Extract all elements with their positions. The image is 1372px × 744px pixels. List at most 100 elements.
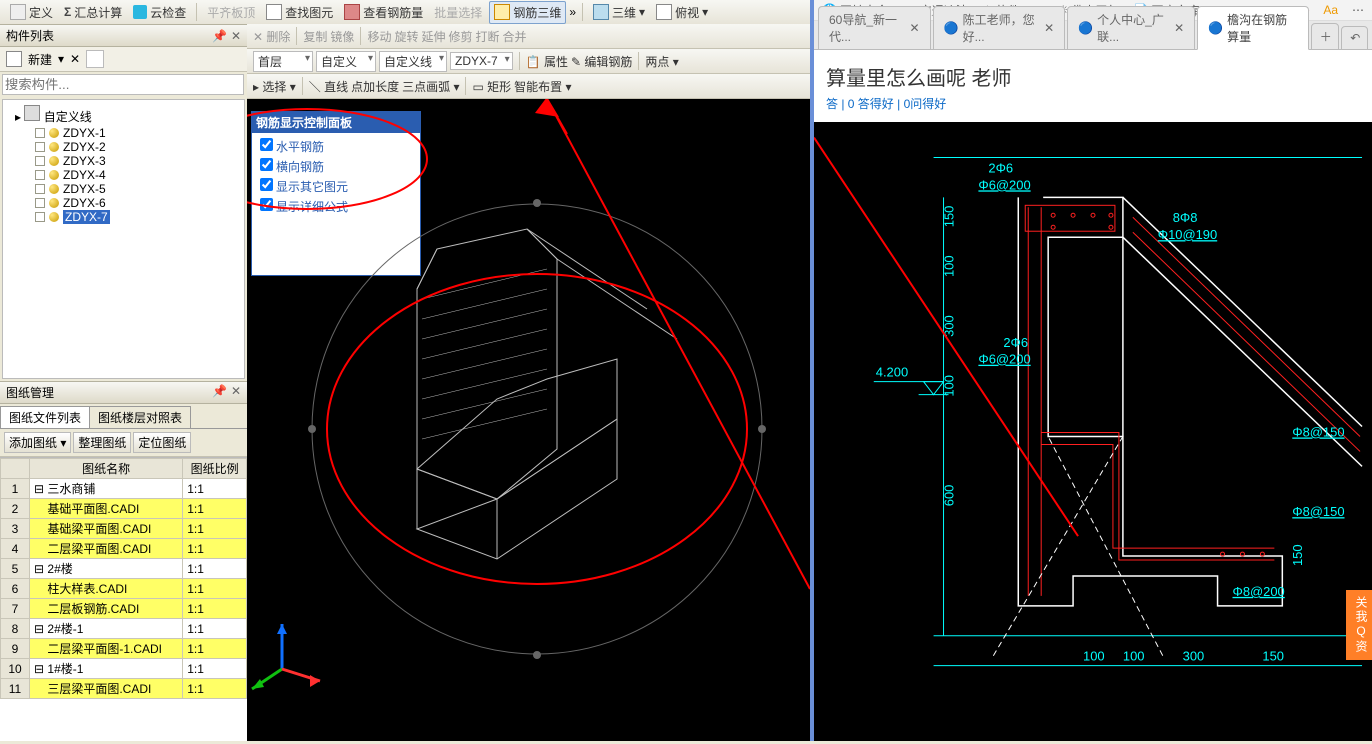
cloud-icon [133,5,147,19]
tab-floor-map[interactable]: 图纸楼层对照表 [89,406,191,428]
cloud-check-btn[interactable]: 云检查 [129,2,190,23]
svg-text:2Φ6: 2Φ6 [988,160,1013,175]
view-rebar-btn[interactable]: 查看钢筋量 [340,2,427,23]
new-button[interactable]: 新建 [28,51,52,68]
mirror-btn: 镜像 [330,28,354,45]
close-icon[interactable]: ✕ [231,29,241,43]
tree-item[interactable]: ZDYX-4 [7,168,240,182]
drawing-table-wrap[interactable]: 图纸名称图纸比例 1⊟ 三水商铺1:12 基础平面图.CADI1:13 基础梁平… [0,457,247,741]
question-title: 算量里怎么画呢 老师 [814,50,1372,95]
browser-tab[interactable]: 🔵 个人中心_广联... ✕ [1067,6,1195,50]
new-tab-btn[interactable]: ＋ [1311,23,1339,50]
component-panel-title: 构件列表 [6,27,54,44]
table-row[interactable]: 7 二层板钢筋.CADI1:1 [1,599,247,619]
svg-text:600: 600 [942,485,957,507]
browser-tab-active[interactable]: 🔵 檐沟在钢筋算量 [1197,6,1309,50]
top-view-btn[interactable]: 俯视 ▾ [652,2,712,23]
smart-btn[interactable]: 智能布置 ▾ [514,78,571,95]
browser-tab[interactable]: 60导航_新一代... ✕ [818,6,931,50]
svg-text:Φ8@150: Φ8@150 [1292,504,1344,519]
table-row[interactable]: 2 基础平面图.CADI1:1 [1,499,247,519]
table-row[interactable]: 6 柱大样表.CADI1:1 [1,579,247,599]
select-btn[interactable]: ▸ 选择 ▾ [253,78,296,95]
svg-text:Φ6@200: Φ6@200 [978,352,1030,367]
topview-icon [656,4,672,20]
svg-text:Φ6@200: Φ6@200 [978,177,1030,192]
ext-icon[interactable]: Aa [1323,3,1338,17]
drawing-panel-title: 图纸管理 [6,384,54,401]
cad-drawing[interactable]: 2Φ6 Φ6@200 8Φ8 Φ10@190 2Φ6 Φ6@200 4.200 … [814,122,1372,741]
edit-toolbar: ✕ 删除 复制 镜像 移动 旋转 延伸 修剪 打断 合并 [247,24,810,49]
tree-item[interactable]: ZDYX-3 [7,154,240,168]
define-icon [10,4,26,20]
ext-icon[interactable]: ⋯ [1352,3,1364,17]
middle-column: ✕ 删除 复制 镜像 移动 旋转 延伸 修剪 打断 合并 首层 自定义 自定义线… [247,24,810,741]
trim-btn: 修剪 [448,28,472,45]
component-tree[interactable]: ▸ 自定义线 ZDYX-1 ZDYX-2 ZDYX-3 ZDYX-4 ZDYX-… [2,99,245,379]
define-btn[interactable]: 定义 [6,2,57,23]
delete-icon[interactable]: ✕ [70,52,80,66]
browser-tabs: 60导航_新一代... ✕ 🔵 陈工老师，您好... ✕ 🔵 个人中心_广联..… [814,21,1372,50]
table-row[interactable]: 5⊟ 2#楼1:1 [1,559,247,579]
svg-text:100: 100 [1083,649,1105,664]
type-combo[interactable]: 自定义线 [379,51,447,72]
pin-icon[interactable]: 📌 [212,29,227,43]
cad-svg: 2Φ6 Φ6@200 8Φ8 Φ10@190 2Φ6 Φ6@200 4.200 … [814,122,1372,741]
drawing-btn-row: 添加图纸 ▾ 整理图纸 定位图纸 [0,429,247,457]
table-row[interactable]: 10⊟ 1#楼-11:1 [1,659,247,679]
svg-text:150: 150 [1290,544,1305,566]
table-row[interactable]: 9 二层梁平面图-1.CADI1:1 [1,639,247,659]
tree-item[interactable]: ZDYX-1 [7,126,240,140]
browser-tab[interactable]: 🔵 陈工老师，您好... ✕ [933,6,1066,50]
point-len-btn[interactable]: 点加长度 [351,78,399,95]
tree-root[interactable]: ▸ 自定义线 [7,104,240,126]
add-drawing-btn[interactable]: 添加图纸 ▾ [4,432,71,453]
tree-item[interactable]: ZDYX-7 [7,210,240,224]
close2-icon[interactable]: ✕ [231,384,241,401]
copy-icon[interactable] [86,50,104,68]
drawing-table: 图纸名称图纸比例 1⊟ 三水商铺1:12 基础平面图.CADI1:13 基础梁平… [0,458,247,699]
pin2-icon[interactable]: 📌 [212,384,227,401]
svg-text:100: 100 [1123,649,1145,664]
svg-text:2Φ6: 2Φ6 [1003,335,1028,350]
sum-btn[interactable]: Σ汇总计算 [60,2,126,23]
table-row[interactable]: 11 三层梁平面图.CADI1:1 [1,679,247,699]
tab-file-list[interactable]: 图纸文件列表 [0,406,90,428]
model-viewport[interactable]: 钢筋显示控制面板 水平钢筋横向钢筋显示其它图元显示详细公式 [247,99,810,741]
table-row[interactable]: 8⊟ 2#楼-11:1 [1,619,247,639]
3d-btn[interactable]: 三维 ▾ [589,2,649,23]
arc3-btn[interactable]: 三点画弧 ▾ [402,78,459,95]
locate-drawing-btn[interactable]: 定位图纸 [133,432,191,453]
rebar-3d-btn[interactable]: 钢筋三维 [489,1,566,24]
table-row[interactable]: 1⊟ 三水商铺1:1 [1,479,247,499]
context-toolbar: 首层 自定义 自定义线 ZDYX-7 📋 属性 ✎ 编辑钢筋 两点 ▾ [247,49,810,74]
drawing-panel-header: 图纸管理 📌✕ [0,381,247,404]
tree-item[interactable]: ZDYX-5 [7,182,240,196]
sort-drawing-btn[interactable]: 整理图纸 [73,432,131,453]
answer-stats: 答 | 0 答得好 | 0问得好 [814,95,1372,118]
inst-combo[interactable]: ZDYX-7 [450,52,513,70]
restore-tab-btn[interactable]: ↶ [1341,26,1368,50]
search-icon [266,4,282,20]
edit-rebar-btn[interactable]: ✎ 编辑钢筋 [571,53,632,70]
tree-item[interactable]: ZDYX-6 [7,196,240,210]
category-combo[interactable]: 自定义 [316,51,376,72]
table-row[interactable]: 3 基础梁平面图.CADI1:1 [1,519,247,539]
prop-btn[interactable]: 📋 属性 [526,53,568,70]
move-btn: 移动 [367,28,391,45]
component-panel-header: 构件列表 📌 ✕ [0,24,247,47]
left-column: 构件列表 📌✕ 新建 ▾ ✕ ▸ 自定义线 ZDYX-1 ZDYX-2 ZDYX… [0,24,248,741]
component-panel-toolbar: 新建 ▾ ✕ [0,47,247,72]
svg-text:4.200: 4.200 [876,365,908,380]
table-row[interactable]: 4 二层梁平面图.CADI1:1 [1,539,247,559]
search-input[interactable] [2,74,244,95]
line-btn[interactable]: ＼ 直线 [309,78,348,95]
rect-btn[interactable]: ▭ 矩形 [472,78,511,95]
side-float-btn[interactable]: 关我Q资 [1346,590,1372,660]
floor-combo[interactable]: 首层 [253,51,313,72]
svg-text:150: 150 [942,206,957,228]
tree-item[interactable]: ZDYX-2 [7,140,240,154]
draw-toolbar: ▸ 选择 ▾ ＼ 直线 点加长度 三点画弧 ▾ ▭ 矩形 智能布置 ▾ [247,74,810,99]
find-elem-btn[interactable]: 查找图元 [262,2,337,23]
two-point-btn[interactable]: 两点 ▾ [645,53,678,70]
